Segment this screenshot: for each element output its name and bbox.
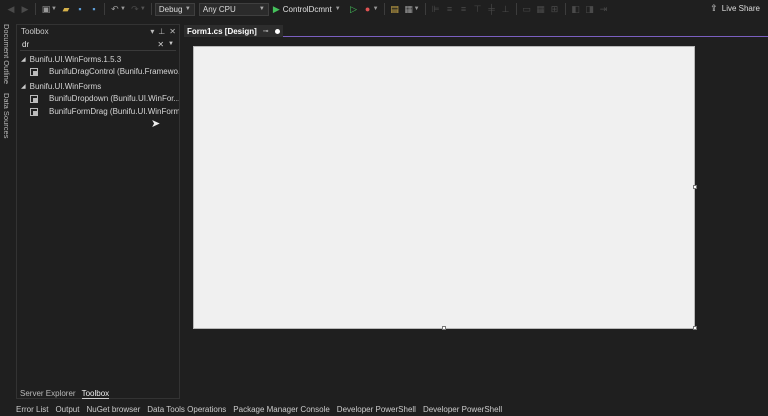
tool-window-tabs: Error List Output NuGet browser Data Too… (0, 402, 768, 416)
toolbox-group[interactable]: ◢ Bunifu.UI.WinForms.1.5.3 (17, 53, 179, 65)
main-toolbar: ◀ ▶ ▣ ▼ ▰ ▪ ▪ ↶ ▼ ↷ ▼ Debug ▼ Any CPU ▼ ▶ Cont… (0, 0, 768, 18)
window-position-icon[interactable]: ▾ (150, 27, 154, 36)
chevron-down-icon[interactable]: ▼ (140, 6, 146, 12)
tab-nuget-browser[interactable]: NuGet browser (86, 405, 140, 414)
tab-data-tools-operations[interactable]: Data Tools Operations (147, 405, 226, 414)
align-tops-icon[interactable]: ⊤ (471, 2, 485, 16)
close-icon[interactable]: ✕ (169, 27, 176, 36)
toolbar-separator (564, 3, 566, 15)
tab-developer-powershell[interactable]: Developer PowerShell (337, 405, 416, 414)
align-bottoms-icon[interactable]: ⊥ (499, 2, 513, 16)
form-canvas[interactable] (193, 46, 695, 329)
document-tab-strip: Form1.cs [Design] ⊸ (184, 25, 768, 37)
tab-error-list[interactable]: Error List (16, 405, 48, 414)
share-icon: ⇪ (710, 3, 718, 13)
toolbar-separator (150, 3, 152, 15)
live-share-button[interactable]: ⇪ Live Share (710, 3, 760, 14)
tab-title: Form1.cs [Design] (187, 26, 257, 36)
unsaved-dot-icon[interactable] (274, 28, 280, 34)
component-icon (29, 107, 39, 116)
tab-document-outline[interactable]: Document Outline (2, 24, 11, 84)
expand-triangle-icon[interactable]: ◢ (21, 83, 26, 90)
toolbox-bottom-tabs: Server Explorer Toolbox (16, 388, 110, 399)
align-middles-icon[interactable]: ╪ (485, 2, 499, 16)
run-button[interactable]: ▶ ControlDcmnt ▼ (273, 4, 343, 15)
forward-icon[interactable]: ▶ (18, 2, 32, 16)
toolbox-search: ✕ ▼ (20, 39, 176, 51)
chevron-down-icon[interactable]: ▼ (120, 6, 126, 12)
run-icon: ▶ (272, 3, 280, 14)
toolbox-group[interactable]: ◢ Bunifu.UI.WinForms (17, 80, 179, 92)
tab-order-icon[interactable]: ⇥ (597, 2, 611, 16)
align-centers-icon[interactable]: ≡ (443, 2, 457, 16)
configuration-value: Debug (158, 4, 183, 14)
align-lefts-icon[interactable]: ⊫ (429, 2, 443, 16)
toolbar-separator (424, 3, 426, 15)
live-share-label: Live Share (721, 4, 760, 13)
chevron-down-icon: ▼ (258, 6, 265, 12)
left-tool-strip: Document Outline Data Sources (0, 18, 14, 402)
chevron-down-icon[interactable]: ▼ (414, 6, 420, 12)
toolbar-separator (35, 3, 36, 15)
tab-server-explorer[interactable]: Server Explorer (20, 389, 76, 398)
browser-icon[interactable]: ▤ (388, 2, 402, 16)
back-icon[interactable]: ◀ (4, 2, 18, 16)
make-same-size-icon[interactable]: ▭ (520, 2, 534, 16)
platform-value: Any CPU (202, 4, 236, 14)
platform-select[interactable]: Any CPU ▼ (198, 2, 269, 16)
send-to-back-icon[interactable]: ◨ (583, 2, 597, 16)
tab-toolbox[interactable]: Toolbox (81, 389, 110, 399)
save-icon[interactable]: ▪ (73, 2, 87, 16)
toolbar-separator (383, 3, 385, 15)
save-all-icon[interactable]: ▪ (87, 2, 101, 16)
expand-triangle-icon[interactable]: ◢ (21, 56, 26, 63)
tab-form1-design[interactable]: Form1.cs [Design] ⊸ (184, 25, 283, 37)
chevron-down-icon: ▼ (334, 6, 341, 12)
chevron-down-icon[interactable]: ▼ (373, 6, 379, 12)
tab-package-manager-console[interactable]: Package Manager Console (233, 405, 330, 414)
resize-handle-corner[interactable] (693, 326, 697, 330)
toolbox-panel: Toolbox ▾ ⊥ ✕ ✕ ▼ ◢ Bunifu.UI.WinForms.1… (16, 24, 180, 399)
search-input[interactable] (22, 40, 142, 49)
configuration-select[interactable]: Debug ▼ (154, 2, 195, 16)
toolbox-title: Toolbox (21, 27, 49, 36)
pin-icon[interactable]: ⊸ (263, 27, 269, 35)
size-to-grid-icon[interactable]: ▦ (534, 2, 548, 16)
chevron-down-icon[interactable]: ▼ (168, 40, 174, 49)
tab-data-sources[interactable]: Data Sources (2, 93, 11, 138)
group-label: Bunifu.UI.WinForms (29, 81, 102, 91)
mouse-cursor-icon: ➤ (151, 118, 161, 130)
pin-icon[interactable]: ⊥ (158, 27, 165, 36)
toolbar-separator (103, 3, 105, 15)
toolbox-header: Toolbox ▾ ⊥ ✕ (17, 25, 179, 38)
toolbar-separator (515, 3, 517, 15)
toolbox-item[interactable]: BunifuDragControl (Bunifu.Framewo... (17, 65, 179, 78)
group-label: Bunifu.UI.WinForms.1.5.3 (29, 54, 122, 64)
resize-handle-right[interactable] (693, 185, 697, 189)
spacing-icon[interactable]: ⊞ (548, 2, 562, 16)
align-rights-icon[interactable]: ≡ (457, 2, 471, 16)
tab-output[interactable]: Output (55, 405, 79, 414)
toolbox-item-label: BunifuDragControl (Bunifu.Framewo... (49, 67, 179, 76)
toolbox-item[interactable]: BunifuDropdown (Bunifu.UI.WinFor... (17, 92, 179, 105)
run-target-label: ControlDcmnt (282, 4, 332, 14)
clear-search-icon[interactable]: ✕ (157, 40, 164, 49)
tab-developer-powershell-2[interactable]: Developer PowerShell (423, 405, 502, 414)
chevron-down-icon[interactable]: ▼ (51, 6, 57, 12)
toolbox-item-label: BunifuDropdown (Bunifu.UI.WinFor... (49, 94, 179, 103)
bring-to-front-icon[interactable]: ◧ (569, 2, 583, 16)
open-icon[interactable]: ▰ (59, 2, 73, 16)
chevron-down-icon: ▼ (184, 6, 191, 12)
component-icon (29, 67, 39, 76)
resize-handle-bottom[interactable] (442, 326, 446, 330)
start-without-debug-icon[interactable]: ▷ (347, 2, 361, 16)
toolbox-item-label: BunifuFormDrag (Bunifu.UI.WinForms) (49, 107, 179, 116)
component-icon (29, 94, 39, 103)
